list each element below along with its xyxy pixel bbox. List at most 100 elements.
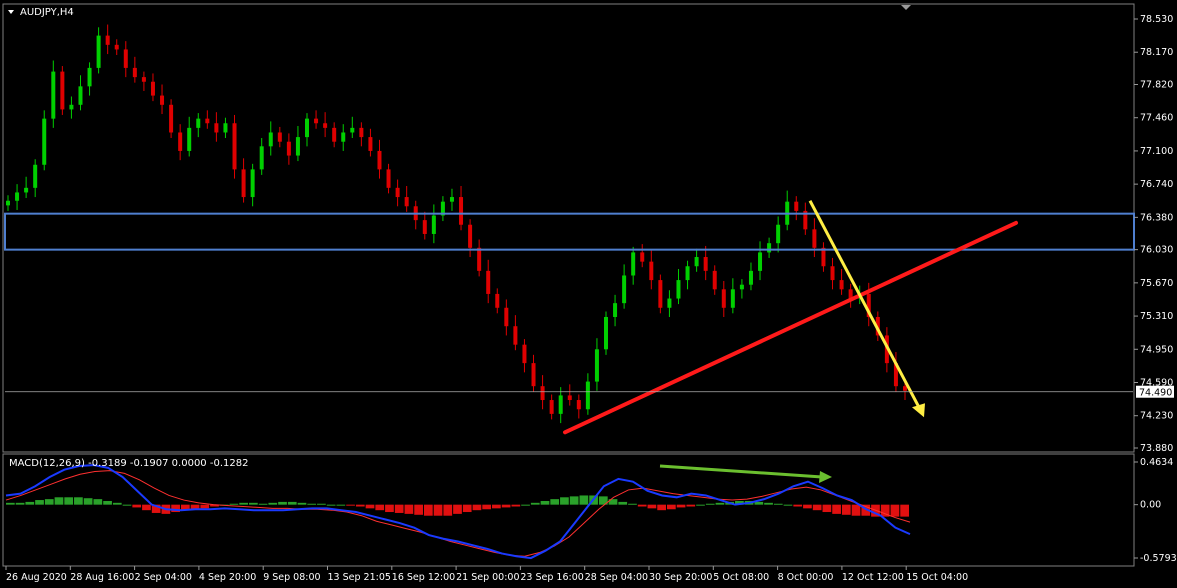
candle-body	[241, 169, 246, 198]
macd-histogram-bar	[812, 504, 822, 511]
macd-histogram-bar	[550, 499, 560, 505]
price-series	[6, 24, 907, 424]
candle-body	[730, 289, 735, 308]
macd-histogram-bar	[666, 504, 676, 510]
macd-histogram-bar	[851, 504, 861, 516]
macd-histogram-bar	[443, 504, 453, 516]
macd-histogram-bar	[229, 503, 239, 505]
macd-histogram-bar	[890, 504, 900, 517]
candle-body	[295, 137, 300, 156]
trendlines	[563, 200, 1018, 435]
candle-body	[658, 280, 663, 308]
yellow-arrowhead	[912, 403, 925, 418]
candle-body	[205, 118, 210, 124]
candle-body	[459, 197, 464, 225]
candle-body	[758, 252, 763, 271]
macd-histogram-bar	[278, 501, 287, 505]
candle-body	[214, 123, 219, 133]
scroll-marker-icon[interactable]	[901, 5, 911, 10]
macd-histogram-bar	[754, 501, 764, 505]
macd-histogram-bar	[103, 500, 112, 505]
candle-body	[748, 270, 753, 285]
macd-histogram-bar	[355, 504, 365, 507]
candle-body	[377, 150, 382, 170]
candle-body	[87, 67, 92, 87]
price-tick-label: 74.950	[1140, 344, 1173, 355]
time-tick-label: 12 Oct 12:00	[842, 572, 904, 583]
price-tick-label: 77.820	[1140, 80, 1173, 91]
candle-body	[15, 192, 20, 201]
time-tick-label: 28 Sep 04:00	[585, 572, 648, 583]
candle-body	[305, 118, 309, 138]
candle-body	[622, 275, 627, 304]
candle-body	[350, 127, 355, 133]
macd-histogram-bar	[715, 502, 725, 505]
support-zone-box	[4, 212, 1135, 251]
candle-body	[495, 293, 500, 308]
macd-histogram-bar	[385, 504, 394, 513]
candle-body	[42, 118, 47, 165]
time-tick-label: 16 Sep 12:00	[392, 572, 455, 583]
time-tick-label: 21 Sep 00:00	[456, 572, 519, 583]
macd-histogram-bar	[268, 502, 278, 505]
macd-histogram-bar	[764, 502, 773, 505]
macd-histogram-bar	[122, 504, 132, 506]
candle-body	[359, 127, 364, 138]
main-panel-frame	[2, 3, 1135, 453]
candle-body	[903, 386, 907, 391]
macd-histogram-bar	[832, 504, 841, 514]
candle-body	[794, 201, 799, 211]
candle-body	[123, 49, 128, 68]
macd-histogram-bar	[132, 504, 142, 508]
candle-body	[60, 71, 65, 110]
candle-body	[694, 257, 699, 267]
time-tick-label: 4 Sep 20:00	[199, 572, 256, 583]
macd-histogram-bar	[900, 504, 909, 517]
candle-body	[576, 400, 581, 410]
candle-body	[504, 307, 509, 327]
macd-histogram-bar	[54, 497, 64, 505]
candle-body	[160, 95, 165, 105]
macd-histogram-bar	[326, 504, 336, 506]
yellow-trendline	[808, 200, 922, 410]
candle-body	[767, 243, 772, 253]
macd-histogram-bar	[394, 504, 404, 513]
macd-histogram-bar	[258, 503, 268, 505]
candle-body	[712, 270, 717, 290]
macd-histogram-bar	[628, 503, 637, 505]
candle-body	[250, 169, 255, 198]
macd-tick-label: -0.5793	[1140, 553, 1177, 564]
candle-body	[69, 104, 74, 110]
time-tick-label: 8 Oct 00:00	[778, 572, 834, 583]
candle-body	[477, 247, 482, 271]
candle-body	[178, 132, 183, 151]
dropdown-triangle-icon[interactable]	[8, 10, 14, 14]
macd-histogram-bar	[64, 497, 74, 505]
macd-histogram-bar	[783, 504, 793, 506]
time-tick-label: 5 Oct 08:00	[713, 572, 769, 583]
macd-histogram-bar	[200, 504, 210, 509]
candle-body	[776, 224, 781, 244]
macd-histogram-bar	[346, 504, 355, 506]
candle-body	[594, 349, 599, 382]
macd-histogram-bar	[239, 502, 249, 505]
candle-body	[540, 386, 545, 401]
macd-histogram-bar	[83, 498, 93, 505]
price-tick-label: 73.880	[1140, 443, 1173, 454]
candle-body	[368, 137, 373, 151]
candle-body	[685, 266, 690, 281]
time-tick-label: 9 Sep 08:00	[263, 572, 320, 583]
macd-histogram-bar	[142, 504, 151, 511]
candle-body	[33, 164, 38, 188]
macd-histogram-bar	[249, 502, 258, 505]
candle-body	[703, 257, 708, 271]
price-tick-label: 74.230	[1140, 411, 1173, 422]
candle-body	[314, 118, 319, 124]
candle-body	[649, 261, 654, 281]
macd-histogram-bar	[433, 504, 443, 516]
macd-histogram-bar	[696, 504, 705, 506]
macd-histogram-bar	[579, 495, 589, 505]
candle-body	[558, 395, 563, 414]
candle-body	[640, 252, 645, 262]
candle-body	[386, 169, 391, 188]
